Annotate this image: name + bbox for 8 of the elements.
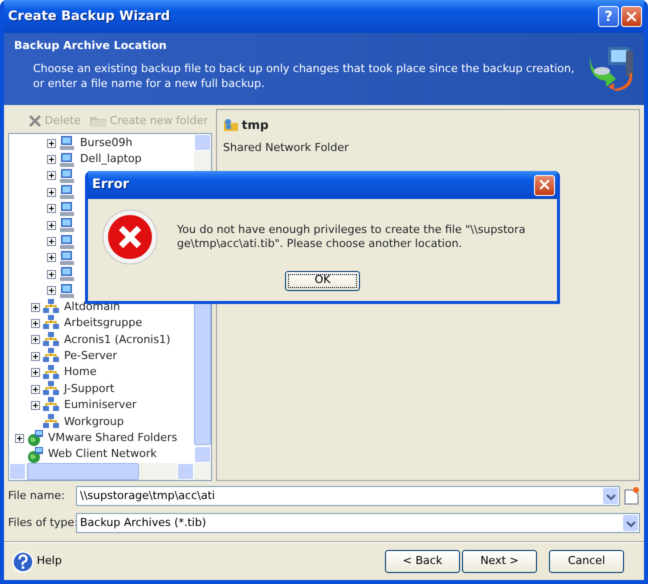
page-title: Backup Archive Location [14, 39, 168, 52]
folder-type: Shared Network Folder [223, 140, 350, 156]
error-message: You do not have enough privileges to create the file "\\supstorage\tmp\acc\ati.tib". Please choose another location. [177, 223, 526, 251]
window-title: Create Backup Wizard [8, 8, 172, 26]
folder-name: tmp [242, 117, 269, 134]
page-description: Choose an existing backup file to back up only changes that took place since the backup creation, or enter a file name for a new full backup. [33, 61, 576, 92]
dialog-title: Error [92, 176, 130, 194]
file-name-label: File name: [8, 488, 66, 504]
